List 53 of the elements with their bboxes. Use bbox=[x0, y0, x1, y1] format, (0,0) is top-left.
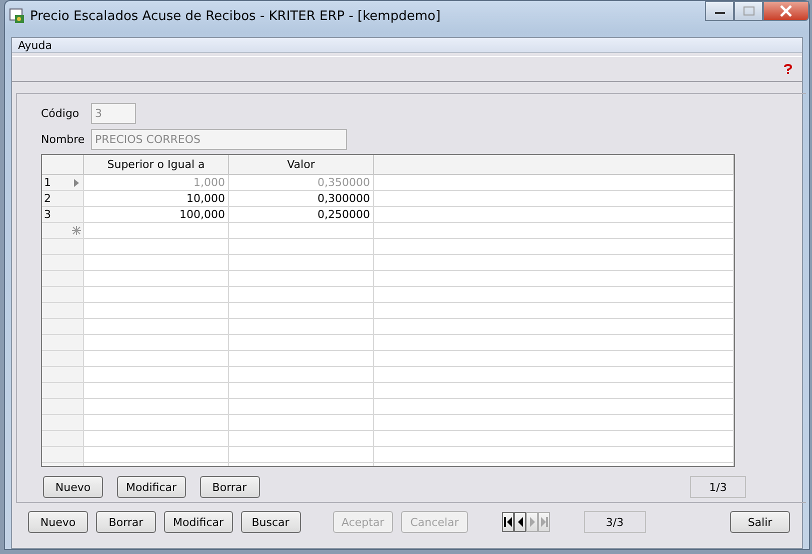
window-title: Precio Escalados Acuse de Recibos - KRITER ERP - [kempdemo] bbox=[30, 8, 442, 24]
action-button[interactable]: Modificar bbox=[164, 511, 232, 533]
action-button[interactable]: Borrar bbox=[96, 511, 156, 533]
row-header[interactable] bbox=[42, 351, 84, 367]
grid-action-button[interactable]: Nuevo bbox=[43, 476, 103, 498]
grid-action-button[interactable]: Borrar bbox=[200, 476, 260, 498]
table-cell: 10,000 bbox=[84, 191, 229, 207]
current-row-icon bbox=[73, 178, 81, 186]
row-header[interactable] bbox=[42, 415, 84, 431]
row-header[interactable]: 3 bbox=[42, 207, 84, 223]
row-header[interactable] bbox=[42, 399, 84, 415]
row-header[interactable] bbox=[42, 287, 84, 303]
table-cell: 0,350000 bbox=[229, 175, 374, 191]
row-header[interactable] bbox=[42, 367, 84, 383]
column-header[interactable]: Superior o Igual a bbox=[84, 155, 229, 175]
field-label: Nombre bbox=[41, 133, 85, 146]
navigator-button[interactable] bbox=[502, 512, 514, 532]
field-label: Código bbox=[41, 107, 80, 120]
exit-button[interactable]: Salir bbox=[730, 511, 790, 533]
menu-item[interactable]: Ayuda bbox=[18, 38, 52, 52]
row-header[interactable] bbox=[42, 335, 84, 351]
navigator-button[interactable] bbox=[514, 512, 526, 532]
close-button[interactable] bbox=[763, 1, 809, 21]
minimize-button[interactable] bbox=[705, 1, 734, 21]
row-header[interactable]: 1 bbox=[42, 175, 84, 191]
table-cell: 1,000 bbox=[84, 175, 229, 191]
row-header[interactable] bbox=[42, 383, 84, 399]
action-button[interactable]: Nuevo bbox=[28, 511, 88, 533]
last-record-icon bbox=[538, 516, 549, 528]
row-header[interactable] bbox=[42, 255, 84, 271]
column-header[interactable]: Valor bbox=[229, 155, 374, 175]
row-header[interactable] bbox=[42, 447, 84, 463]
maximize-icon bbox=[742, 6, 754, 16]
row-header[interactable]: 2 bbox=[42, 191, 84, 207]
close-icon bbox=[779, 5, 793, 17]
help-icon[interactable] bbox=[782, 63, 794, 75]
row-header[interactable] bbox=[42, 239, 84, 255]
grid-action-button[interactable]: Modificar bbox=[117, 476, 186, 498]
row-header[interactable] bbox=[42, 223, 84, 239]
first-record-icon bbox=[502, 516, 513, 528]
app-icon bbox=[9, 8, 25, 24]
row-header[interactable] bbox=[42, 431, 84, 447]
maximize-button[interactable] bbox=[734, 1, 763, 21]
row-counter: 1/3 bbox=[690, 476, 746, 498]
table-cell: 100,000 bbox=[84, 207, 229, 223]
row-header[interactable] bbox=[42, 271, 84, 287]
record-counter: 3/3 bbox=[584, 511, 646, 533]
row-header[interactable] bbox=[42, 319, 84, 335]
table-cell: 0,250000 bbox=[229, 207, 374, 223]
new-row-icon bbox=[72, 226, 81, 235]
action-button[interactable]: Buscar bbox=[240, 511, 300, 533]
table-cell: 0,300000 bbox=[229, 191, 374, 207]
row-header[interactable] bbox=[42, 303, 84, 319]
